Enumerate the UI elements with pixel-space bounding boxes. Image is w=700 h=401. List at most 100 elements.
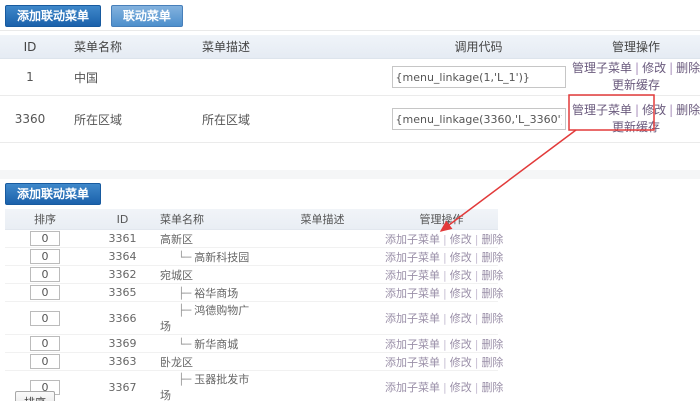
header-manage-ops: 管理操作 [572, 35, 700, 59]
submenu-id: 3364 [85, 248, 160, 266]
edit-link[interactable]: 修改 [450, 312, 472, 325]
separator: | [475, 356, 479, 369]
admin-page: 添加联动菜单 联动菜单 ID 菜单名称 菜单描述 调用代码 管理操作 1 中国 … [0, 0, 700, 401]
sort-input[interactable] [30, 231, 60, 246]
divider [0, 30, 700, 31]
sort-cell [5, 335, 85, 353]
sort-button[interactable]: 排序 [15, 391, 55, 401]
header-menu-desc: 菜单描述 [260, 209, 385, 230]
edit-link[interactable]: 修改 [450, 356, 472, 369]
header-call-code: 调用代码 [385, 35, 572, 59]
separator: | [443, 269, 447, 282]
separator: | [475, 269, 479, 282]
call-code-input[interactable] [392, 66, 566, 88]
submenu-name: 裕华商场 [194, 287, 238, 300]
submenu-row: 3369└─新华商城添加子菜单|修改|删除 [5, 335, 498, 353]
add-submenu-link[interactable]: 添加子菜单 [385, 251, 440, 264]
submenu-id: 3362 [85, 266, 160, 284]
ops-cell: 管理子菜单|修改|删除| 更新缓存 [572, 96, 700, 143]
sort-input[interactable] [30, 311, 60, 326]
separator: | [475, 287, 479, 300]
linkage-row: 3360 所在区域 所在区域 管理子菜单|修改|删除| 更新缓存 [0, 96, 700, 143]
add-linkage-menu-button[interactable]: 添加联动菜单 [5, 5, 101, 27]
sort-input[interactable] [30, 354, 60, 369]
sort-cell [5, 353, 85, 371]
submenu-ops-cell: 添加子菜单|修改|删除 [385, 335, 498, 353]
submenu-name: 宛城区 [160, 269, 193, 282]
submenu-ops-cell: 添加子菜单|修改|删除 [385, 230, 498, 248]
tree-branch-icon: ├─ [160, 304, 194, 317]
delete-link[interactable]: 删除 [481, 338, 503, 351]
manage-submenu-link[interactable]: 管理子菜单 [572, 61, 632, 75]
tree-branch-icon: ├─ [160, 287, 194, 300]
delete-link[interactable]: 删除 [676, 61, 700, 75]
linkage-menu-button[interactable]: 联动菜单 [111, 5, 183, 27]
add-submenu-link[interactable]: 添加子菜单 [385, 381, 440, 394]
row-id: 3360 [0, 96, 60, 143]
separator: | [443, 381, 447, 394]
edit-link[interactable]: 修改 [450, 381, 472, 394]
sort-cell [5, 266, 85, 284]
add-submenu-link[interactable]: 添加子菜单 [385, 233, 440, 246]
delete-link[interactable]: 删除 [481, 287, 503, 300]
add-submenu-link[interactable]: 添加子菜单 [385, 312, 440, 325]
separator: | [669, 103, 673, 117]
separator: | [475, 233, 479, 246]
submenu-id: 3363 [85, 353, 160, 371]
submenu-ops-cell: 添加子菜单|修改|删除 [385, 266, 498, 284]
add-linkage-menu-button-2[interactable]: 添加联动菜单 [5, 183, 101, 205]
submenu-id: 3369 [85, 335, 160, 353]
menu-desc: 所在区域 [190, 96, 385, 143]
header-menu-name: 菜单名称 [60, 35, 190, 59]
delete-link[interactable]: 删除 [481, 269, 503, 282]
submenu-table-body: 3361高新区添加子菜单|修改|删除3364└─高新科技园添加子菜单|修改|删除… [5, 230, 498, 401]
add-submenu-link[interactable]: 添加子菜单 [385, 356, 440, 369]
add-submenu-link[interactable]: 添加子菜单 [385, 269, 440, 282]
edit-link[interactable]: 修改 [642, 103, 666, 117]
sort-input[interactable] [30, 267, 60, 282]
edit-link[interactable]: 修改 [450, 269, 472, 282]
submenu-name-cell: └─高新科技园 [160, 248, 260, 266]
manage-submenu-link[interactable]: 管理子菜单 [572, 103, 632, 117]
add-submenu-link[interactable]: 添加子菜单 [385, 338, 440, 351]
separator: | [443, 233, 447, 246]
update-cache-link[interactable]: 更新缓存 [612, 120, 660, 134]
separator: | [443, 287, 447, 300]
submenu-table: 排序 ID 菜单名称 菜单描述 管理操作 3361高新区添加子菜单|修改|删除3… [5, 209, 498, 401]
delete-link[interactable]: 删除 [481, 251, 503, 264]
submenu-name-cell: 高新区 [160, 230, 260, 248]
header-menu-desc: 菜单描述 [190, 35, 385, 59]
delete-link[interactable]: 删除 [676, 103, 700, 117]
submenu-desc [260, 248, 385, 266]
submenu-desc [260, 371, 385, 401]
edit-link[interactable]: 修改 [450, 251, 472, 264]
edit-link[interactable]: 修改 [450, 287, 472, 300]
sort-cell [5, 302, 85, 335]
submenu-row: 3363卧龙区添加子菜单|修改|删除 [5, 353, 498, 371]
delete-link[interactable]: 删除 [481, 381, 503, 394]
add-submenu-link[interactable]: 添加子菜单 [385, 287, 440, 300]
sort-input[interactable] [30, 249, 60, 264]
separator: | [443, 251, 447, 264]
submenu-name: 高新科技园 [194, 251, 249, 264]
call-code-input[interactable] [392, 108, 566, 130]
edit-link[interactable]: 修改 [450, 338, 472, 351]
submenu-id: 3366 [85, 302, 160, 335]
separator: | [669, 61, 673, 75]
header-menu-name: 菜单名称 [160, 209, 260, 230]
delete-link[interactable]: 删除 [481, 312, 503, 325]
menu-desc [190, 59, 385, 96]
separator: | [443, 356, 447, 369]
submenu-row: 3361高新区添加子菜单|修改|删除 [5, 230, 498, 248]
toolbar: 添加联动菜单 联动菜单 [5, 5, 183, 27]
sort-input[interactable] [30, 285, 60, 300]
edit-link[interactable]: 修改 [642, 61, 666, 75]
update-cache-link[interactable]: 更新缓存 [612, 78, 660, 92]
edit-link[interactable]: 修改 [450, 233, 472, 246]
delete-link[interactable]: 删除 [481, 233, 503, 246]
separator: | [475, 312, 479, 325]
delete-link[interactable]: 删除 [481, 356, 503, 369]
sort-input[interactable] [30, 336, 60, 351]
code-cell [385, 96, 572, 143]
linkage-menu-table: ID 菜单名称 菜单描述 调用代码 管理操作 1 中国 管理子菜单|修改|删除|… [0, 35, 700, 143]
